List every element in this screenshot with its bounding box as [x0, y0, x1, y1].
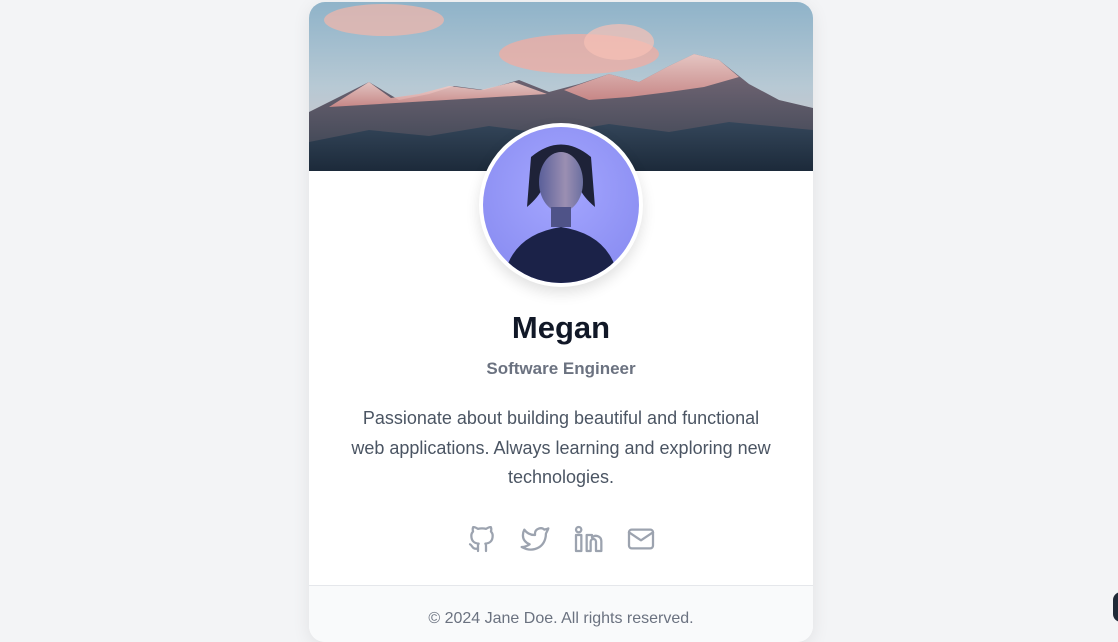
avatar-image [483, 127, 639, 283]
social-links [309, 523, 813, 555]
floating-widget-edge[interactable] [1113, 592, 1118, 622]
linkedin-link[interactable] [572, 523, 604, 555]
card-footer: © 2024 Jane Doe. All rights reserved. [309, 585, 813, 642]
profile-name: Megan [511, 310, 611, 345]
profile-bio: Passionate about building beautiful and … [351, 408, 771, 487]
avatar [479, 123, 643, 287]
github-icon [468, 525, 494, 553]
twitter-link[interactable] [519, 523, 551, 555]
github-link[interactable] [466, 523, 498, 555]
footer-copyright: © 2024 Jane Doe. All rights reserved. [428, 610, 694, 627]
mail-icon [627, 528, 654, 550]
twitter-icon [520, 527, 549, 551]
mail-link[interactable] [625, 523, 657, 555]
linkedin-icon [574, 525, 602, 553]
profile-card: Megan Software Engineer Passionate about… [309, 2, 813, 642]
profile-role: Software Engineer [486, 359, 636, 378]
